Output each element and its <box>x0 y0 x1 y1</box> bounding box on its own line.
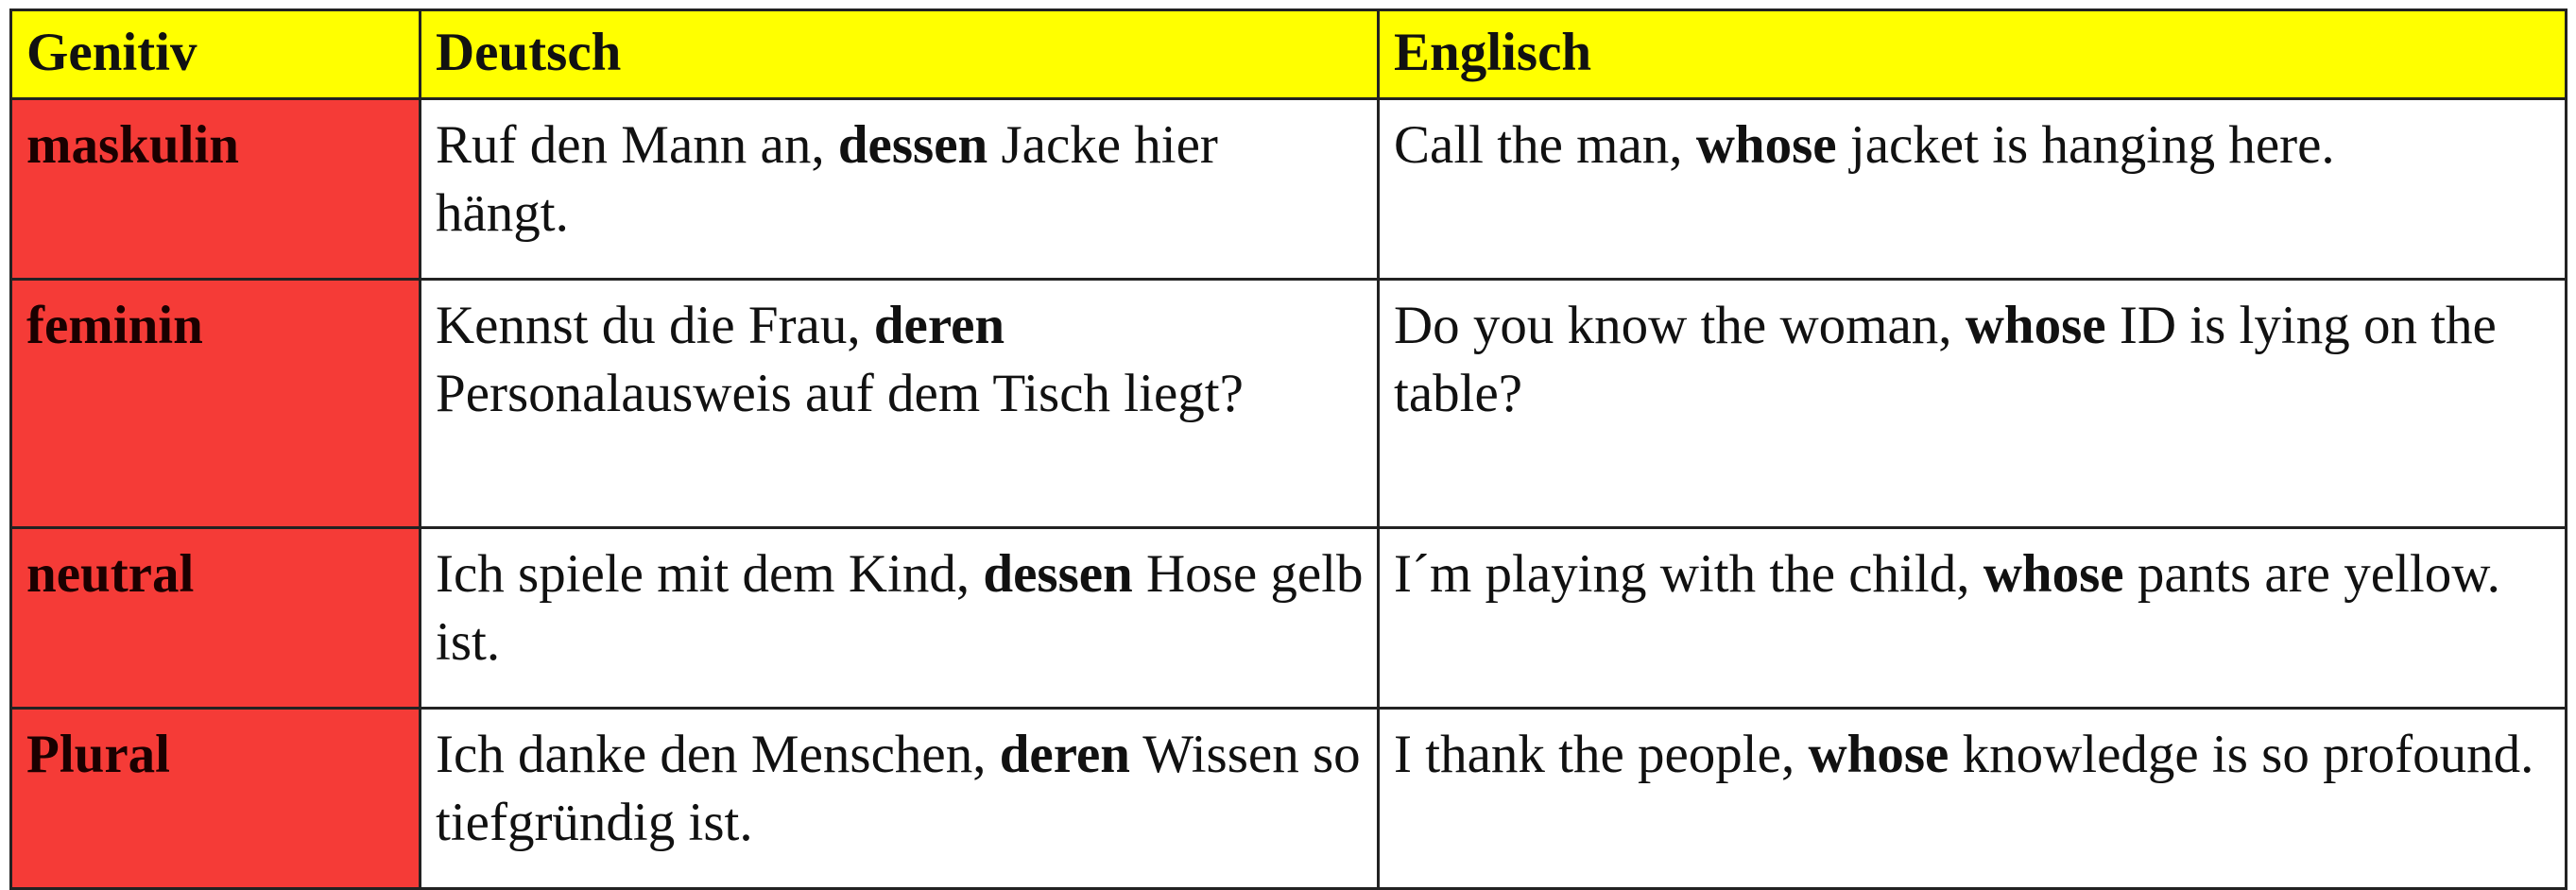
german-sentence: Kennst du die Frau, deren Personalauswei… <box>419 278 1380 529</box>
sentence-start: I thank the people, <box>1394 725 1809 784</box>
relative-pronoun: dessen <box>837 115 988 175</box>
sentence-end: knowledge is so profound. <box>1949 725 2534 784</box>
header-englisch: Englisch <box>1377 9 2567 100</box>
english-sentence: Call the man, whose jacket is hanging he… <box>1377 97 2567 281</box>
relative-pronoun: deren <box>873 296 1005 355</box>
sentence-start: Ruf den Mann an, <box>436 115 838 175</box>
relative-pronoun: whose <box>1965 296 2106 355</box>
sentence-end: jacket is hanging here. <box>1836 115 2335 175</box>
case-label: feminin <box>9 278 421 529</box>
table-row-feminin: feminin Kennst du die Frau, deren Person… <box>9 278 2567 529</box>
case-label: maskulin <box>9 97 421 281</box>
header-genitiv: Genitiv <box>9 9 421 100</box>
table-row-neutral: neutral Ich spiele mit dem Kind, dessen … <box>9 526 2567 710</box>
english-sentence: I thank the people, whose knowledge is s… <box>1377 707 2567 890</box>
relative-pronoun: deren <box>999 725 1130 784</box>
sentence-start: I´m playing with the child, <box>1394 544 1984 604</box>
english-sentence: I´m playing with the child, whose pants … <box>1377 526 2567 710</box>
relative-pronoun: dessen <box>983 544 1133 604</box>
sentence-start: Ich danke den Menschen, <box>436 725 1000 784</box>
table-row-plural: Plural Ich danke den Menschen, deren Wis… <box>9 707 2567 890</box>
sentence-start: Do you know the woman, <box>1394 296 1966 355</box>
relative-pronoun: whose <box>1695 115 1837 175</box>
german-sentence: Ich danke den Menschen, deren Wissen so … <box>419 707 1380 890</box>
german-sentence: Ich spiele mit dem Kind, dessen Hose gel… <box>419 526 1380 710</box>
german-sentence: Ruf den Mann an, dessen Jacke hier hängt… <box>419 97 1380 281</box>
sentence-end: Personalausweis auf dem Tisch liegt? <box>436 364 1244 423</box>
genitive-relative-pronoun-table: Genitiv Deutsch Englisch maskulin Ruf de… <box>9 9 2567 890</box>
english-sentence: Do you know the woman, whose ID is lying… <box>1377 278 2567 529</box>
case-label: neutral <box>9 526 421 710</box>
sentence-start: Ich spiele mit dem Kind, <box>436 544 984 604</box>
sentence-end: pants are yellow. <box>2123 544 2500 604</box>
sentence-start: Kennst du die Frau, <box>436 296 874 355</box>
table-row-maskulin: maskulin Ruf den Mann an, dessen Jacke h… <box>9 97 2567 281</box>
header-row: Genitiv Deutsch Englisch <box>9 9 2567 100</box>
case-label: Plural <box>9 707 421 890</box>
header-deutsch: Deutsch <box>419 9 1380 100</box>
relative-pronoun: whose <box>1983 544 2124 604</box>
sentence-start: Call the man, <box>1394 115 1696 175</box>
relative-pronoun: whose <box>1808 725 1949 784</box>
